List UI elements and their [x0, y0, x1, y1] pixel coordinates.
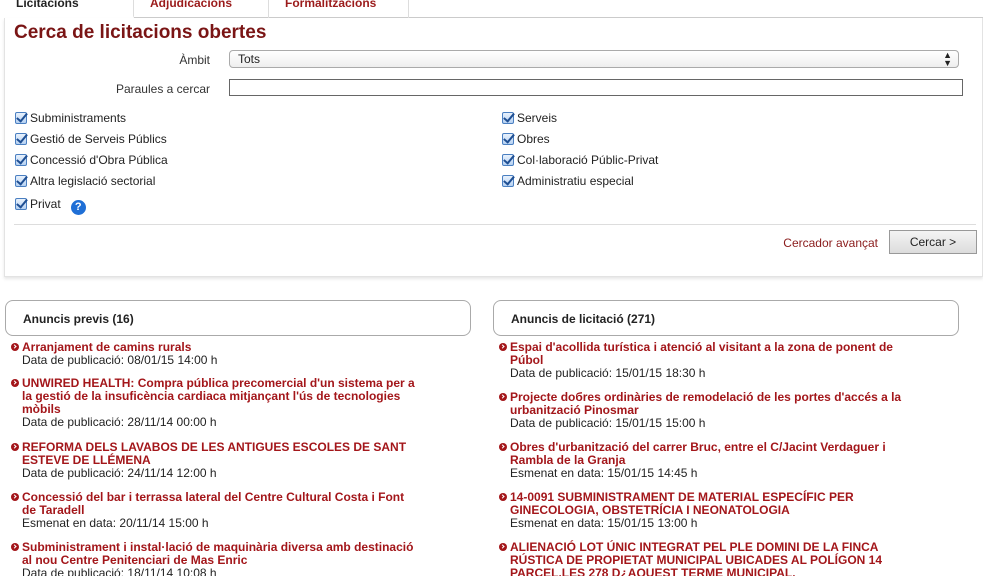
item-title[interactable]: ALIENACIÓ LOT ÚNIC INTEGRAT PEL PLE DOMI…	[497, 541, 937, 576]
help-icon[interactable]: ?	[70, 200, 86, 215]
advanced-search-link[interactable]: Cercador avançat	[783, 236, 878, 250]
checkbox-checked-icon[interactable]	[15, 133, 27, 145]
tab-formalitzacions[interactable]: Formalitzacions	[269, 0, 409, 18]
ambit-select[interactable]: Tots ▲ ▼	[229, 50, 959, 68]
checkbox-serveis[interactable]: Serveis	[502, 111, 557, 125]
previous-notices-header: Anuncis previs (16)	[5, 300, 471, 336]
item-title[interactable]: Concessió del bar i terrassa lateral del…	[9, 491, 449, 517]
item-date: Data de publicació: 15/01/15 18:30 h	[510, 366, 706, 380]
item-title[interactable]: Espai d'acollida turística i atenció al …	[497, 341, 937, 367]
ambit-label: Àmbit	[179, 53, 210, 67]
checkbox-checked-icon[interactable]	[502, 112, 514, 124]
checkbox-privat[interactable]: Privat?	[15, 197, 86, 215]
checkbox-administratiu-especial[interactable]: Administratiu especial	[502, 174, 634, 188]
checkbox-checked-icon[interactable]	[502, 133, 514, 145]
ambit-select-value: Tots	[238, 52, 261, 66]
keywords-label: Paraules a cercar	[115, 82, 210, 96]
item-date: Data de publicació: 28/11/14 00:00 h	[22, 415, 217, 429]
search-button[interactable]: Cercar >	[889, 230, 977, 254]
page-title: Cerca de licitacions obertes	[14, 22, 267, 43]
checkbox-checked-icon[interactable]	[502, 154, 514, 166]
tab-bar: Licitacions Adjudicacions Formalitzacion…	[0, 0, 983, 18]
checkbox-concessio-obra[interactable]: Concessió d'Obra Pública	[15, 153, 168, 167]
checkbox-checked-icon[interactable]	[15, 112, 27, 124]
checkbox-checked-icon[interactable]	[15, 154, 27, 166]
list-item[interactable]: REFORMA DELS LAVABOS DE LES ANTIGUES ESC…	[9, 441, 449, 480]
list-item[interactable]: Obres d'urbanització del carrer Bruc, en…	[497, 441, 937, 480]
checkbox-checked-icon[interactable]	[502, 175, 514, 187]
tender-notices-header: Anuncis de licitació (271)	[493, 300, 959, 336]
checkbox-checked-icon[interactable]	[15, 198, 27, 210]
select-arrows-icon: ▲ ▼	[943, 50, 952, 68]
item-title[interactable]: Subministrament i instal·lació de maquin…	[9, 541, 449, 567]
item-title[interactable]: Arranjament de camins rurals	[9, 341, 449, 354]
list-item[interactable]: Concessió del bar i terrassa lateral del…	[9, 491, 449, 530]
list-item[interactable]: Projecte dобres ordinàries de remodelaci…	[497, 391, 937, 430]
item-title[interactable]: REFORMA DELS LAVABOS DE LES ANTIGUES ESC…	[9, 441, 449, 467]
item-date: Data de publicació: 15/01/15 15:00 h	[510, 416, 706, 430]
list-item[interactable]: UNWIRED HEALTH: Compra pública precomerc…	[9, 377, 449, 429]
checkbox-collaboracio[interactable]: Col·laboració Públic-Privat	[502, 153, 658, 167]
item-date: Esmenat en data: 15/01/15 14:45 h	[510, 466, 698, 480]
checkbox-subministraments[interactable]: Subministraments	[15, 111, 126, 125]
list-item[interactable]: 14-0091 SUBMINISTRAMENT DE MATERIAL ESPE…	[497, 491, 937, 530]
tab-adjudicacions[interactable]: Adjudicacions	[134, 0, 269, 18]
item-title[interactable]: Projecte dобres ordinàries de remodelaci…	[497, 391, 937, 417]
item-title[interactable]: Obres d'urbanització del carrer Bruc, en…	[497, 441, 937, 467]
item-date: Data de publicació: 24/11/14 12:00 h	[22, 466, 217, 480]
list-item[interactable]: Arranjament de camins rurals Data de pub…	[9, 341, 449, 367]
divider	[14, 224, 976, 225]
checkbox-checked-icon[interactable]	[15, 175, 27, 187]
item-date: Data de publicació: 18/11/14 10:08 h	[22, 566, 217, 576]
item-date: Esmenat en data: 15/01/15 13:00 h	[510, 516, 698, 530]
search-panel: Cerca de licitacions obertes Àmbit Tots …	[4, 18, 983, 277]
item-title[interactable]: UNWIRED HEALTH: Compra pública precomerc…	[9, 377, 449, 416]
checkbox-obres[interactable]: Obres	[502, 132, 550, 146]
item-title[interactable]: 14-0091 SUBMINISTRAMENT DE MATERIAL ESPE…	[497, 491, 937, 517]
list-item[interactable]: ALIENACIÓ LOT ÚNIC INTEGRAT PEL PLE DOMI…	[497, 541, 937, 576]
keywords-input[interactable]	[229, 79, 963, 96]
item-date: Data de publicació: 08/01/15 14:00 h	[22, 353, 218, 367]
list-item[interactable]: Subministrament i instal·lació de maquin…	[9, 541, 449, 576]
list-item[interactable]: Espai d'acollida turística i atenció al …	[497, 341, 937, 380]
item-date: Esmenat en data: 20/11/14 15:00 h	[22, 516, 209, 530]
checkbox-altra-legislacio[interactable]: Altra legislació sectorial	[15, 174, 155, 188]
checkbox-gestio-serveis[interactable]: Gestió de Serveis Públics	[15, 132, 167, 146]
tab-licitacions[interactable]: Licitacions	[0, 0, 134, 18]
